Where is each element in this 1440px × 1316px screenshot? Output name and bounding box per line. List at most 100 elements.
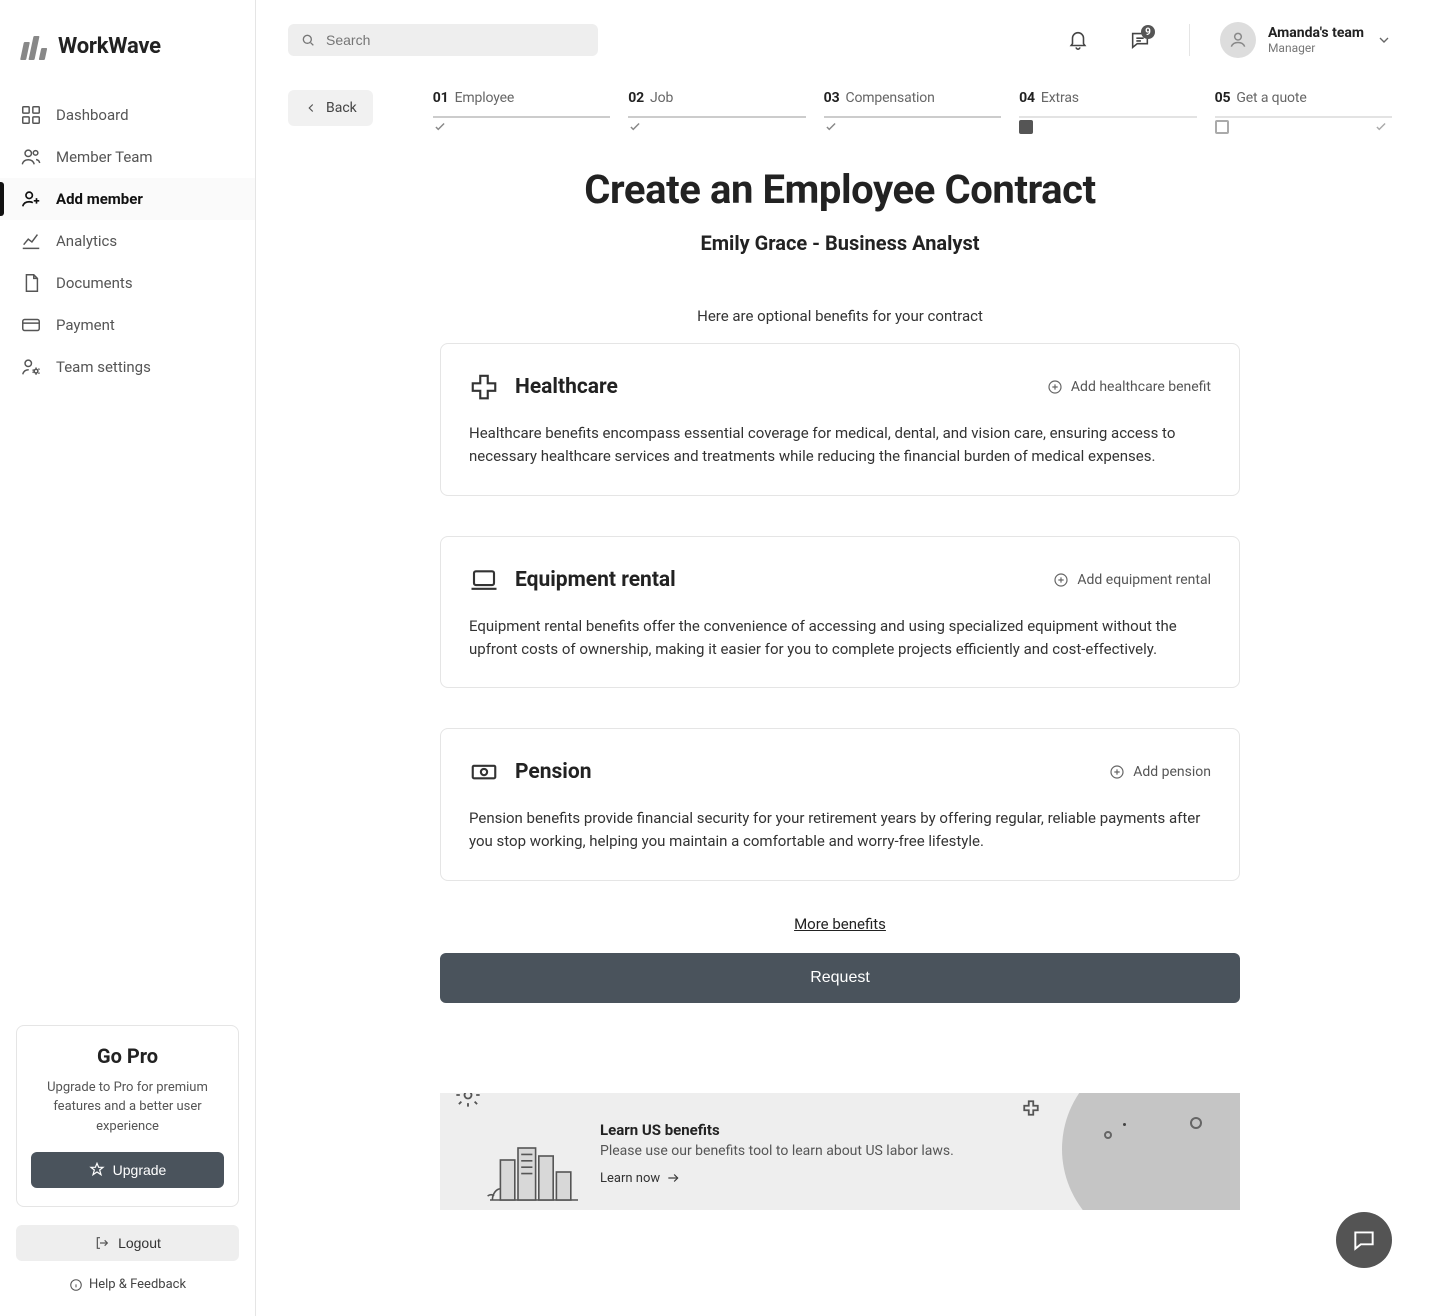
main: 9 Amanda's team Manager Back 01Employee <box>256 0 1440 1316</box>
step-get-a-quote[interactable]: 05Get a quote <box>1215 90 1392 118</box>
sidebar-item-team-settings[interactable]: Team settings <box>0 346 255 388</box>
upgrade-icon <box>89 1162 105 1178</box>
logout-icon <box>94 1235 110 1251</box>
user-plus-icon <box>20 188 42 210</box>
topbar: 9 Amanda's team Manager <box>256 0 1440 80</box>
step-extras[interactable]: 04Extras <box>1019 90 1196 118</box>
upgrade-promo: Go Pro Upgrade to Pro for premium featur… <box>16 1025 239 1208</box>
analytics-icon <box>20 230 42 252</box>
arrow-left-icon <box>304 101 318 115</box>
upgrade-label: Upgrade <box>113 1162 167 1178</box>
plus-circle-icon <box>1047 379 1063 395</box>
benefits-intro: Here are optional benefits for your cont… <box>697 307 983 325</box>
plus-icon <box>1022 1099 1040 1117</box>
team-name: Amanda's team <box>1268 25 1364 41</box>
sidebar-item-analytics[interactable]: Analytics <box>0 220 255 262</box>
upgrade-button[interactable]: Upgrade <box>31 1152 224 1188</box>
sidebar: WorkWave Dashboard Member Team Add membe… <box>0 0 256 1316</box>
back-button[interactable]: Back <box>288 90 373 126</box>
help-feedback-link[interactable]: Help & Feedback <box>0 1267 255 1302</box>
sidebar-item-member-team[interactable]: Member Team <box>0 136 255 178</box>
chat-bubble-icon <box>1351 1227 1377 1253</box>
stepper-row: Back 01Employee 02Job 03Compensation 04E… <box>256 80 1440 126</box>
sidebar-item-label: Team settings <box>56 358 151 376</box>
request-button[interactable]: Request <box>440 953 1240 1003</box>
dashboard-icon <box>20 104 42 126</box>
page-subtitle: Emily Grace - Business Analyst <box>700 231 979 255</box>
search-icon <box>300 32 316 48</box>
documents-icon <box>20 272 42 294</box>
chevron-down-icon <box>1376 32 1392 48</box>
current-step-marker-icon <box>1019 120 1033 134</box>
sidebar-item-dashboard[interactable]: Dashboard <box>0 94 255 136</box>
benefit-title: Equipment rental <box>469 565 676 595</box>
divider <box>1189 24 1190 56</box>
benefit-desc: Equipment rental benefits offer the conv… <box>469 615 1211 662</box>
logout-label: Logout <box>118 1235 161 1251</box>
search-box[interactable] <box>288 24 598 56</box>
bell-icon <box>1067 29 1089 51</box>
content: Create an Employee Contract Emily Grace … <box>256 126 1440 1270</box>
check-icon <box>433 120 447 134</box>
notifications-button[interactable] <box>1059 21 1097 59</box>
city-illustration-icon <box>486 1132 582 1204</box>
add-pension-button[interactable]: Add pension <box>1109 764 1211 780</box>
plus-circle-icon <box>1109 764 1125 780</box>
benefit-card-pension: Pension Add pension Pension benefits pro… <box>440 728 1240 881</box>
add-link-label: Add equipment rental <box>1077 572 1211 588</box>
decoration-circle-icon <box>1104 1131 1112 1139</box>
arrow-right-icon <box>666 1171 680 1185</box>
search-input[interactable] <box>326 32 586 48</box>
users-icon <box>20 146 42 168</box>
plus-circle-icon <box>1053 572 1069 588</box>
info-icon <box>69 1278 83 1292</box>
sidebar-item-label: Analytics <box>56 232 117 250</box>
check-icon <box>824 120 838 134</box>
more-benefits-link[interactable]: More benefits <box>794 915 886 933</box>
sidebar-item-add-member[interactable]: Add member <box>0 178 255 220</box>
decoration-circle-icon <box>1062 1093 1240 1210</box>
team-settings-icon <box>20 356 42 378</box>
sidebar-item-documents[interactable]: Documents <box>0 262 255 304</box>
avatar <box>1220 22 1256 58</box>
payment-icon <box>20 314 42 336</box>
learn-banner: Learn US benefits Please use our benefit… <box>440 1093 1240 1210</box>
back-label: Back <box>326 100 357 116</box>
sidebar-nav: Dashboard Member Team Add member Analyti… <box>0 88 255 394</box>
learn-now-link[interactable]: Learn now <box>600 1171 680 1186</box>
decoration-dot-icon <box>1123 1123 1126 1126</box>
sidebar-item-payment[interactable]: Payment <box>0 304 255 346</box>
sidebar-item-label: Add member <box>56 190 143 208</box>
add-healthcare-button[interactable]: Add healthcare benefit <box>1047 379 1211 395</box>
benefit-title: Healthcare <box>469 372 618 402</box>
step-compensation[interactable]: 03Compensation <box>824 90 1001 118</box>
logout-button[interactable]: Logout <box>16 1225 239 1261</box>
add-equipment-button[interactable]: Add equipment rental <box>1053 572 1211 588</box>
messages-button[interactable]: 9 <box>1121 21 1159 59</box>
learn-cta-label: Learn now <box>600 1171 660 1186</box>
check-icon <box>1374 120 1388 134</box>
brand: WorkWave <box>0 18 255 88</box>
brand-name: WorkWave <box>58 34 161 59</box>
laptop-icon <box>469 565 499 595</box>
add-link-label: Add healthcare benefit <box>1071 379 1211 395</box>
step-employee[interactable]: 01Employee <box>433 90 610 118</box>
sidebar-item-label: Dashboard <box>56 106 129 124</box>
sidebar-item-label: Payment <box>56 316 115 334</box>
stepper: 01Employee 02Job 03Compensation 04Extras… <box>397 90 1392 118</box>
promo-title: Go Pro <box>31 1044 224 1068</box>
chat-fab[interactable] <box>1336 1212 1392 1268</box>
help-feedback-label: Help & Feedback <box>89 1277 186 1292</box>
benefit-card-equipment: Equipment rental Add equipment rental Eq… <box>440 536 1240 689</box>
promo-desc: Upgrade to Pro for premium features and … <box>31 1078 224 1137</box>
sidebar-item-label: Documents <box>56 274 133 292</box>
cash-icon <box>469 757 499 787</box>
check-icon <box>628 120 642 134</box>
team-menu[interactable]: Amanda's team Manager <box>1220 22 1392 58</box>
step-job[interactable]: 02Job <box>628 90 805 118</box>
benefit-desc: Healthcare benefits encompass essential … <box>469 422 1211 469</box>
page-title: Create an Employee Contract <box>584 166 1096 213</box>
pending-step-marker-icon <box>1215 120 1229 134</box>
gear-icon <box>454 1093 482 1109</box>
healthcare-icon <box>469 372 499 402</box>
